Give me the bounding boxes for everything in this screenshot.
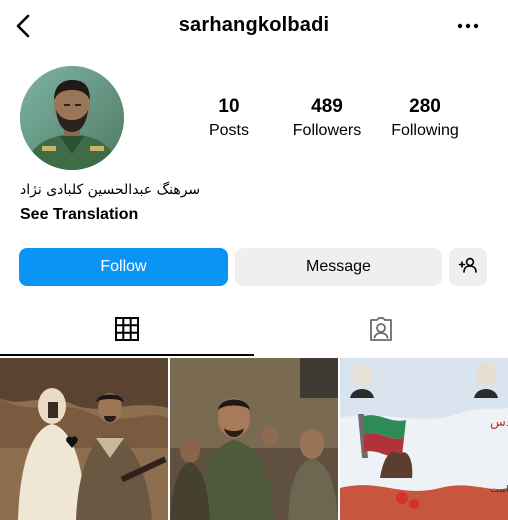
following-label: Following (391, 122, 459, 139)
profile-username: sarhangkolbadi (178, 14, 330, 36)
post-thumbnail[interactable]: هفته دفاع مقدس نشستن شرط شهادت است (340, 358, 508, 520)
message-button[interactable]: Message (235, 248, 442, 286)
top-bar: sarhangkolbadi (0, 0, 508, 54)
posts-count: 10 (218, 96, 240, 117)
bio-display-name: سرهنگ عبدالحسین کلبادی نژاد (20, 182, 201, 198)
followers-count: 489 (311, 96, 343, 117)
profile-avatar[interactable] (20, 66, 124, 170)
tab-posts-grid[interactable] (0, 306, 254, 356)
following-count: 280 (409, 96, 441, 117)
following-stat[interactable]: 280 Following (380, 96, 470, 142)
tab-tagged[interactable] (254, 306, 508, 356)
more-options-icon[interactable] (456, 14, 480, 38)
posts-label: Posts (208, 122, 249, 139)
active-tab-indicator (0, 354, 254, 356)
poster-title-text: هفته دفاع مقدس (490, 415, 508, 430)
follow-button[interactable]: Follow (19, 248, 228, 286)
followers-stat[interactable]: 489 Followers (282, 96, 372, 142)
post-thumbnail[interactable] (170, 358, 338, 520)
add-person-icon (458, 255, 478, 280)
tagged-icon (367, 315, 395, 348)
suggest-accounts-button[interactable] (449, 248, 487, 286)
posts-stat[interactable]: 10 Posts (184, 96, 274, 142)
poster-subtitle-text: نشستن شرط شهادت است (490, 485, 508, 495)
grid-icon (114, 316, 140, 347)
posts-grid: هفته دفاع مقدس نشستن شرط شهادت است (0, 358, 508, 520)
followers-label: Followers (292, 122, 362, 139)
post-thumbnail[interactable] (0, 358, 168, 520)
see-translation-link[interactable]: See Translation (20, 206, 138, 224)
